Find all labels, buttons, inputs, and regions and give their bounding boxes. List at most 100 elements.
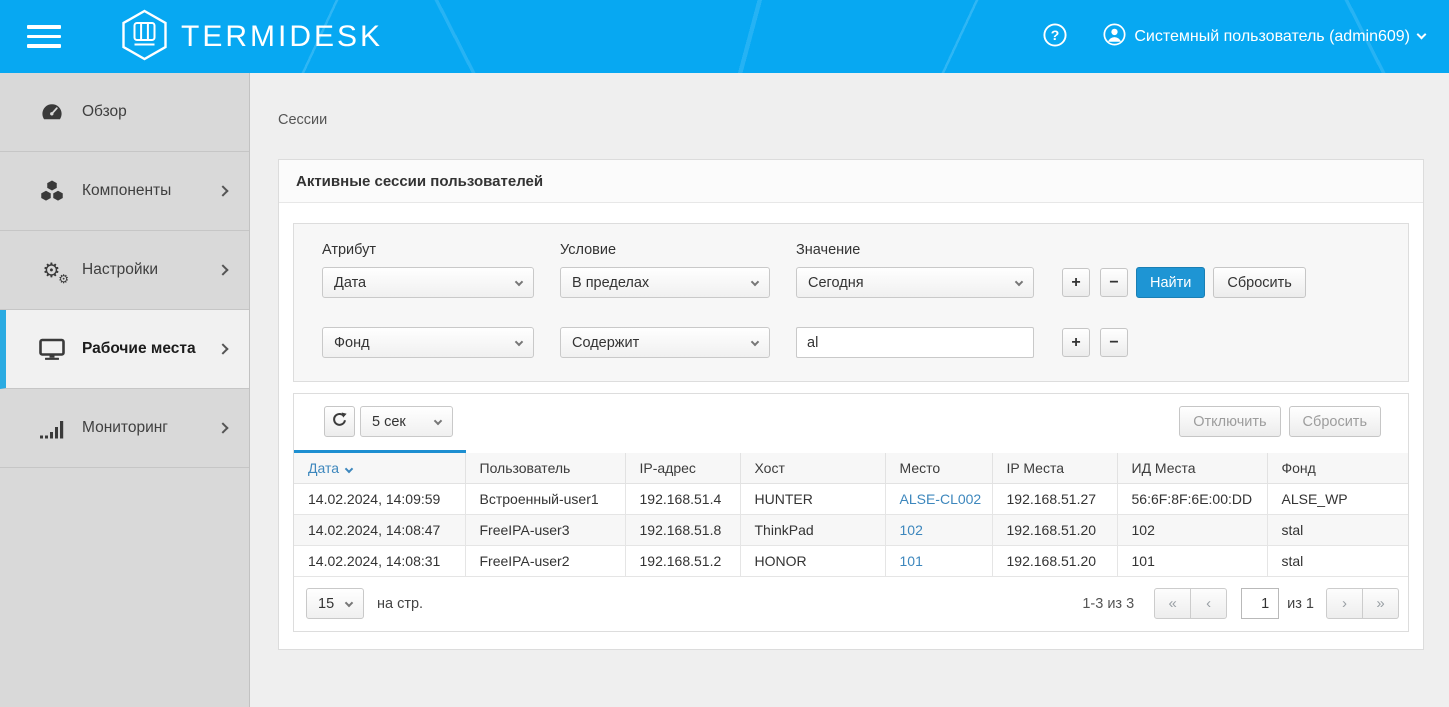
value-label: Значение [796, 242, 1034, 258]
page-size-value: 15 [318, 596, 334, 612]
next-page-button[interactable]: › [1326, 588, 1363, 619]
table-row: 14.02.2024, 14:08:31FreeIPA-user2192.168… [294, 546, 1408, 577]
reset-sessions-button[interactable]: Сбросить [1289, 406, 1381, 437]
gears-icon: ⚙⚙ [38, 260, 65, 280]
sidebar-item-label: Мониторинг [82, 419, 219, 437]
filter-panel: Атрибут Дата Условие В пределах [293, 223, 1409, 382]
chevron-down-icon [751, 277, 759, 285]
termidesk-hexagon-icon [121, 9, 168, 64]
table-cell: FreeIPA-user2 [465, 546, 625, 577]
main-content: Сессии Активные сессии пользователей Атр… [250, 73, 1449, 707]
chevron-right-icon [217, 185, 228, 196]
refresh-button[interactable] [324, 406, 355, 437]
condition-select-2[interactable]: Содержит [560, 327, 770, 358]
pagination-bar: 15 на стр. 1-3 из 3 « ‹ из 1 › » [294, 577, 1408, 631]
gauge-icon [38, 100, 65, 124]
table-row: 14.02.2024, 14:08:47FreeIPA-user3192.168… [294, 515, 1408, 546]
sessions-table-panel: 5 сек Отключить Сбросить ДатаПользовател… [293, 393, 1409, 632]
table-cell: 192.168.51.20 [992, 515, 1117, 546]
value-select[interactable]: Сегодня [796, 267, 1034, 298]
svg-text:?: ? [1051, 27, 1060, 43]
table-cell: 192.168.51.20 [992, 546, 1117, 577]
sidebar-item-components[interactable]: Компоненты [0, 152, 249, 231]
sidebar-item-label: Рабочие места [82, 340, 219, 358]
table-cell: HONOR [740, 546, 885, 577]
reset-filters-button[interactable]: Сбросить [1213, 267, 1305, 298]
table-cell: 14.02.2024, 14:08:31 [294, 546, 465, 577]
table-cell: stal [1267, 546, 1408, 577]
chevron-down-icon [1015, 277, 1023, 285]
attribute-select[interactable]: Дата [322, 267, 534, 298]
chevron-down-icon [1417, 30, 1427, 40]
add-filter-button[interactable]: + [1062, 268, 1090, 297]
column-header[interactable]: IP Места [992, 452, 1117, 484]
sidebar: Обзор Компоненты ⚙⚙ Настройки Рабочие ме… [0, 73, 250, 707]
column-header[interactable]: Фонд [1267, 452, 1408, 484]
user-avatar-icon [1103, 23, 1126, 51]
place-link[interactable]: 101 [885, 546, 992, 577]
sidebar-item-monitoring[interactable]: Мониторинг [0, 389, 249, 468]
column-header[interactable]: Пользователь [465, 452, 625, 484]
app-header: TERMIDESK ? Системный пользователь (admi… [0, 0, 1449, 73]
range-label: 1-3 из 3 [1082, 596, 1134, 612]
user-name-label: Системный пользователь (admin609) [1134, 28, 1410, 46]
attribute-select-2[interactable]: Фонд [322, 327, 534, 358]
table-cell: ALSE_WP [1267, 484, 1408, 515]
sidebar-item-settings[interactable]: ⚙⚙ Настройки [0, 231, 249, 310]
page-number-input[interactable] [1241, 588, 1279, 619]
sidebar-item-label: Настройки [82, 261, 219, 279]
refresh-icon [331, 411, 348, 433]
page-title: Активные сессии пользователей [279, 160, 1423, 203]
menu-toggle-button[interactable] [27, 25, 61, 48]
condition-select[interactable]: В пределах [560, 267, 770, 298]
table-toolbar: 5 сек Отключить Сбросить [294, 394, 1408, 450]
table-cell: 192.168.51.2 [625, 546, 740, 577]
breadcrumb: Сессии [278, 112, 1421, 128]
prev-page-button[interactable]: ‹ [1190, 588, 1227, 619]
column-header[interactable]: Дата [294, 452, 465, 484]
condition-label: Условие [560, 242, 770, 258]
sidebar-item-overview[interactable]: Обзор [0, 73, 249, 152]
first-page-button[interactable]: « [1154, 588, 1191, 619]
sort-desc-icon [345, 465, 353, 473]
monitor-icon [38, 337, 65, 361]
chevron-down-icon [751, 337, 759, 345]
chevron-down-icon [515, 337, 523, 345]
condition-select-value: В пределах [572, 275, 649, 291]
help-icon: ? [1043, 23, 1067, 50]
refresh-interval-select[interactable]: 5 сек [360, 406, 453, 437]
column-header[interactable]: ИД Места [1117, 452, 1267, 484]
table-row: 14.02.2024, 14:09:59Встроенный-user1192.… [294, 484, 1408, 515]
signal-bars-icon [38, 416, 65, 440]
remove-filter-button[interactable]: − [1100, 268, 1128, 297]
help-button[interactable]: ? [1043, 23, 1067, 50]
sidebar-item-label: Обзор [82, 103, 227, 121]
chevron-down-icon [515, 277, 523, 285]
place-link[interactable]: ALSE-CL002 [885, 484, 992, 515]
chevron-down-icon [434, 416, 442, 424]
add-filter-button[interactable]: + [1062, 328, 1090, 357]
refresh-interval-value: 5 сек [372, 414, 406, 430]
filter-value-input[interactable] [796, 327, 1034, 358]
table-cell: stal [1267, 515, 1408, 546]
page-size-select[interactable]: 15 [306, 588, 364, 619]
page-of-label: из 1 [1287, 596, 1314, 612]
table-cell: 192.168.51.27 [992, 484, 1117, 515]
table-cell: 192.168.51.8 [625, 515, 740, 546]
sidebar-item-label: Компоненты [82, 182, 219, 200]
table-cell: FreeIPA-user3 [465, 515, 625, 546]
disconnect-button[interactable]: Отключить [1179, 406, 1280, 437]
cubes-icon [38, 179, 65, 203]
column-header[interactable]: Место [885, 452, 992, 484]
column-header[interactable]: IP-адрес [625, 452, 740, 484]
table-cell: 101 [1117, 546, 1267, 577]
place-link[interactable]: 102 [885, 515, 992, 546]
remove-filter-button[interactable]: − [1100, 328, 1128, 357]
sessions-table-body: 14.02.2024, 14:09:59Встроенный-user1192.… [294, 484, 1408, 577]
last-page-button[interactable]: » [1362, 588, 1399, 619]
search-button[interactable]: Найти [1136, 267, 1205, 298]
sidebar-item-workplaces[interactable]: Рабочие места [0, 310, 249, 389]
attribute-select-value: Фонд [334, 335, 370, 351]
column-header[interactable]: Хост [740, 452, 885, 484]
user-menu[interactable]: Системный пользователь (admin609) [1103, 23, 1425, 51]
